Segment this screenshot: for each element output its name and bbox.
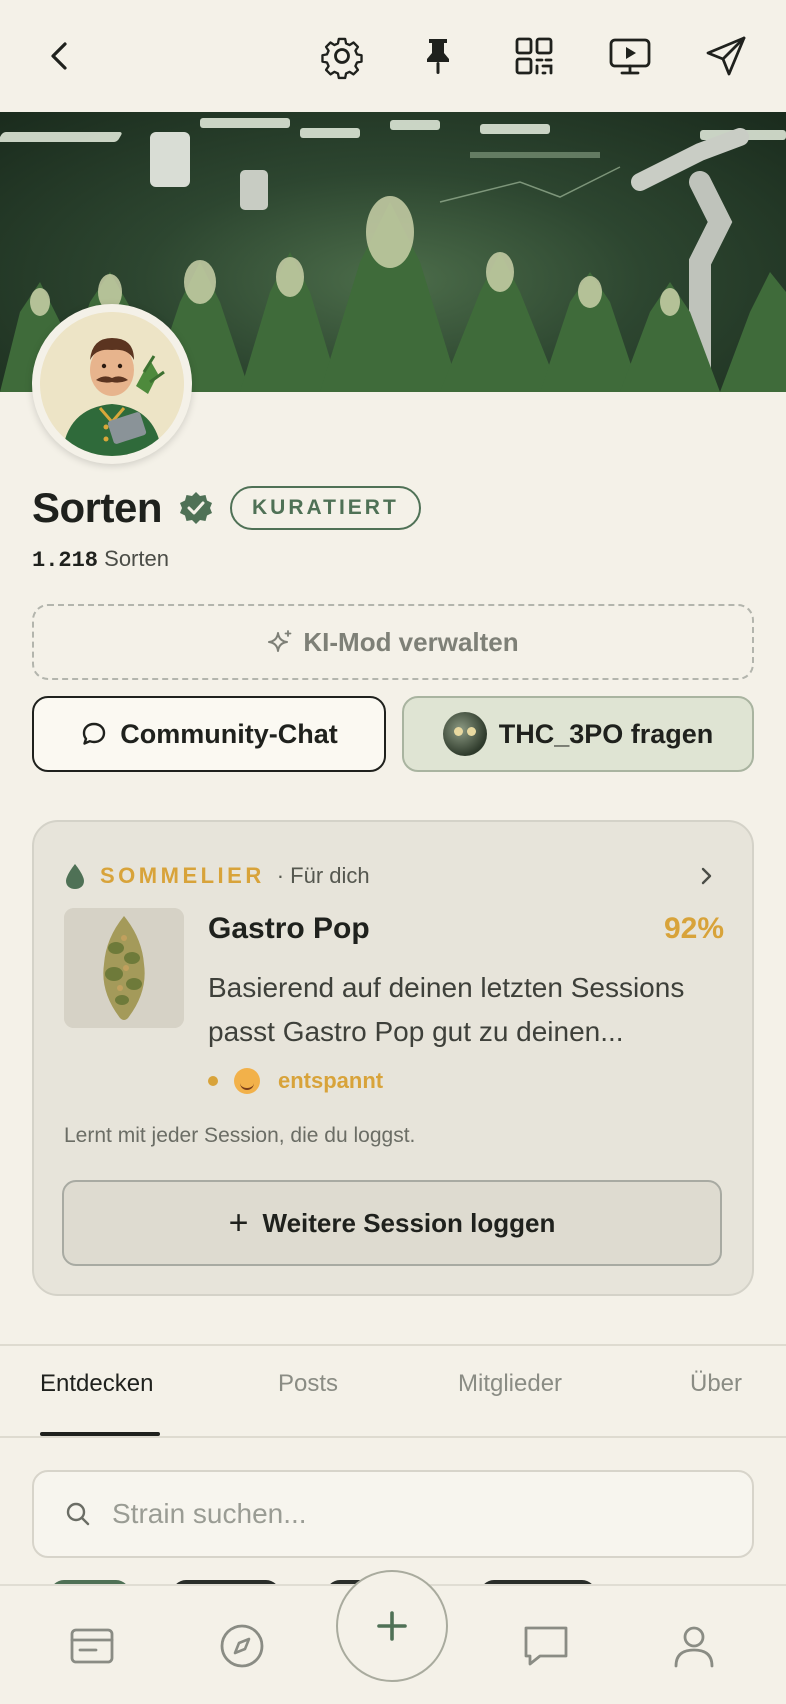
nav-feed[interactable] — [62, 1616, 122, 1676]
strain-name[interactable]: Gastro Pop — [208, 912, 370, 946]
plus-icon — [377, 1611, 407, 1641]
community-chat-label: Community-Chat — [120, 718, 338, 749]
plus-icon: + — [228, 1204, 249, 1242]
nav-profile[interactable] — [664, 1616, 724, 1676]
feed-icon — [70, 1628, 114, 1664]
sparkle-icon — [268, 630, 292, 652]
pin-button[interactable] — [410, 28, 466, 84]
tabs-bottom-divider — [0, 1436, 786, 1438]
pin-icon — [427, 39, 449, 74]
bot-avatar — [442, 712, 487, 756]
log-session-label: Weitere Session loggen — [262, 1207, 556, 1238]
tabs-top-divider — [0, 1344, 786, 1346]
search-input[interactable] — [112, 1498, 712, 1530]
strain-thumbnail[interactable] — [64, 908, 184, 1028]
ask-bot-button[interactable]: THC_3PO fragen — [402, 696, 754, 772]
present-button[interactable] — [602, 28, 658, 84]
curated-badge: KURATIERT — [230, 486, 421, 530]
match-percent: 92% — [663, 912, 724, 945]
back-button[interactable] — [32, 28, 88, 84]
send-icon — [706, 36, 746, 76]
qr-code-icon — [515, 37, 553, 75]
screen-play-icon — [609, 38, 651, 75]
strain-count: 1.218 Sorten — [32, 546, 169, 573]
mood-label: entspannt — [278, 1068, 384, 1093]
relieved-face-icon — [234, 1068, 260, 1094]
nav-chat[interactable] — [516, 1616, 576, 1676]
ki-mod-button[interactable]: KI-Mod verwalten — [32, 604, 754, 680]
settings-button[interactable] — [314, 28, 370, 84]
chat-bubble-icon — [83, 722, 106, 745]
chevron-right-icon[interactable] — [694, 864, 718, 888]
title-row: Sorten KURATIERT — [32, 478, 421, 538]
profile-icon — [674, 1626, 714, 1668]
sommelier-header: SOMMELIER · Für dich — [64, 858, 370, 894]
recommendation-text: Basierend auf deinen letzten Sessions pa… — [208, 972, 685, 1047]
qr-code-button[interactable] — [506, 28, 562, 84]
ask-bot-label: THC_3PO fragen — [498, 718, 714, 749]
tab-entdecken[interactable]: Entdecken — [40, 1370, 153, 1398]
chat-icon — [524, 1626, 568, 1666]
sommelier-sub: · Für dich — [276, 863, 370, 888]
compass-icon — [220, 1624, 264, 1668]
strain-count-label: Sorten — [104, 546, 169, 571]
top-bar — [0, 0, 786, 112]
community-avatar[interactable] — [32, 304, 192, 464]
tab-ueber[interactable]: Über — [690, 1370, 742, 1398]
create-button[interactable] — [336, 1570, 448, 1682]
search-icon — [66, 1502, 90, 1526]
sommelier-card: SOMMELIER · Für dich Gastro Pop 92% Basi… — [32, 820, 754, 1296]
strain-count-value: 1.218 — [32, 548, 99, 573]
log-session-button[interactable]: + Weitere Session loggen — [62, 1180, 722, 1266]
share-button[interactable] — [698, 28, 754, 84]
tab-mitglieder[interactable]: Mitglieder — [458, 1370, 562, 1398]
drop-icon — [66, 864, 84, 889]
community-chat-button[interactable]: Community-Chat — [32, 696, 386, 772]
page-title: Sorten — [32, 484, 163, 531]
learn-hint: Lernt mit jeder Session, die du loggst. — [64, 1124, 416, 1147]
ki-mod-label: KI-Mod verwalten — [303, 626, 519, 657]
mood-dot — [208, 1076, 218, 1086]
gear-icon — [321, 37, 363, 80]
mascot-illustration — [40, 312, 184, 456]
sommelier-label: SOMMELIER — [100, 863, 265, 888]
strain-search[interactable] — [32, 1470, 754, 1558]
verified-icon — [180, 492, 213, 524]
mood-tag: entspannt — [208, 1068, 383, 1094]
nav-explore[interactable] — [212, 1616, 272, 1676]
back-icon — [51, 42, 67, 70]
tab-posts[interactable]: Posts — [278, 1370, 338, 1398]
bud-illustration — [64, 908, 184, 1028]
